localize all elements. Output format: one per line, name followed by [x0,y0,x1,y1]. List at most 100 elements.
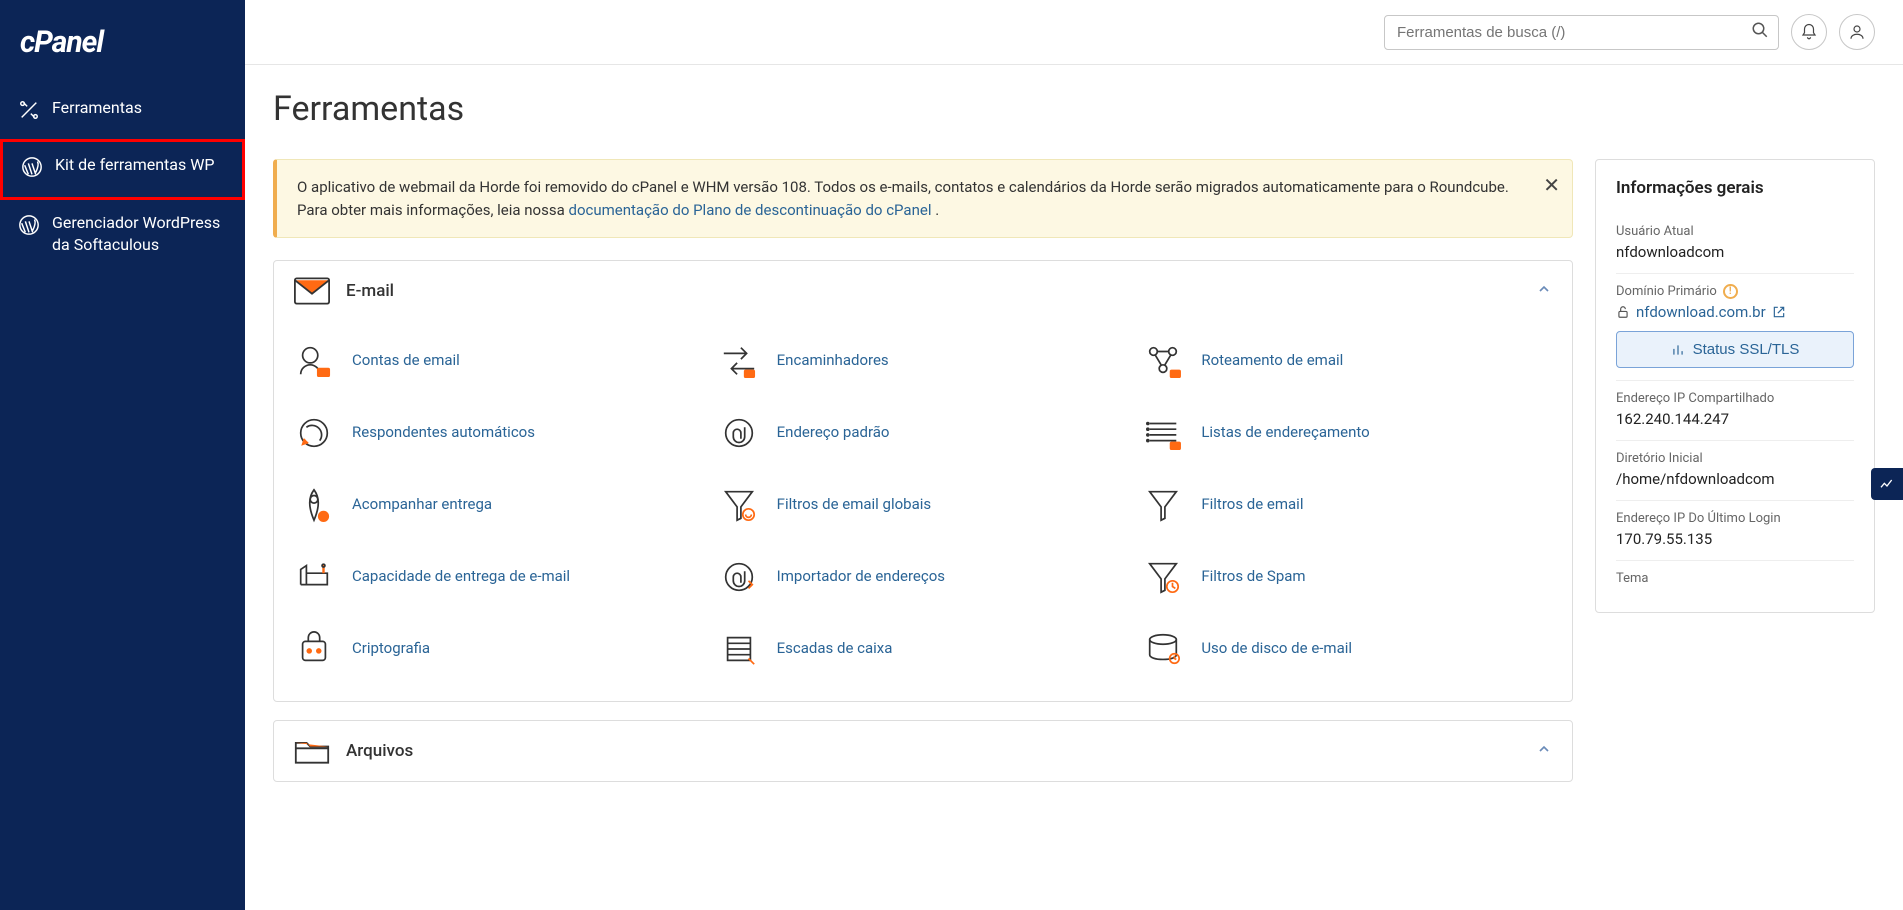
tool-icon [294,557,334,597]
search-icon[interactable] [1751,21,1769,43]
info-value: nfdownload.com.br [1616,303,1854,321]
sidebar-item-label: Gerenciador WordPress da Softaculous [52,212,227,257]
tool-item[interactable]: Roteamento de email [1143,327,1552,395]
warning-icon: ! [1723,284,1738,299]
info-label: Diretório Inicial [1616,451,1854,466]
info-value: nfdownloadcom [1616,243,1854,261]
bar-chart-icon [1671,343,1685,357]
info-home-dir: Diretório Inicial /home/nfdownloadcom [1616,441,1854,501]
tool-item[interactable]: Filtros de Spam [1143,543,1552,611]
tool-item[interactable]: Criptografia [294,615,703,683]
tool-label: Contas de email [352,351,460,371]
info-panel-wrap: Informações gerais Usuário Atual nfdownl… [1595,159,1875,613]
tool-label: Acompanhar entrega [352,495,492,515]
chevron-up-icon [1536,281,1552,301]
tool-icon [294,341,334,381]
tool-item[interactable]: Escadas de caixa [719,615,1128,683]
tool-icon [1143,485,1183,525]
tool-icon [1143,557,1183,597]
tool-item[interactable]: Encaminhadores [719,327,1128,395]
sidebar-item-wp-toolkit[interactable]: Kit de ferramentas WP [0,139,245,199]
tool-label: Respondentes automáticos [352,423,535,443]
info-panel: Informações gerais Usuário Atual nfdownl… [1595,159,1875,613]
page-title: Ferramentas [245,65,1903,139]
search-wrap [1384,15,1779,50]
tool-icon [719,485,759,525]
logo: cPanel [0,15,245,85]
tool-icon [719,341,759,381]
info-label: Endereço IP Do Último Login [1616,511,1854,526]
tool-label: Roteamento de email [1201,351,1343,371]
sidebar-item-label: Ferramentas [52,97,227,119]
info-last-ip: Endereço IP Do Último Login 170.79.55.13… [1616,501,1854,561]
user-button[interactable] [1839,14,1875,50]
info-theme: Tema [1616,561,1854,602]
wordpress-icon [18,214,40,242]
tool-item[interactable]: Capacidade de entrega de e-mail [294,543,703,611]
ssl-status-button[interactable]: Status SSL/TLS [1616,331,1854,368]
tool-item[interactable]: Uso de disco de e-mail [1143,615,1552,683]
tool-item[interactable]: Listas de endereçamento [1143,399,1552,467]
external-link-icon[interactable] [1772,305,1786,319]
tool-icon [294,413,334,453]
tool-item[interactable]: Filtros de email globais [719,471,1128,539]
tool-icon [719,413,759,453]
tool-label: Escadas de caixa [777,639,893,659]
tool-item[interactable]: Contas de email [294,327,703,395]
info-label: Usuário Atual [1616,224,1854,239]
group-header-files[interactable]: Arquivos [274,721,1572,781]
unlock-icon [1616,305,1630,319]
info-current-user: Usuário Atual nfdownloadcom [1616,214,1854,274]
tool-item[interactable]: Filtros de email [1143,471,1552,539]
tool-label: Filtros de email [1201,495,1303,515]
tool-label: Uso de disco de e-mail [1201,639,1352,659]
topbar [245,0,1903,65]
tool-item[interactable]: Acompanhar entrega [294,471,703,539]
group-files: Arquivos [273,720,1573,782]
main: Ferramentas O aplicativo de webmail da H… [245,0,1903,910]
group-title: Arquivos [346,741,1520,761]
tool-icon [294,629,334,669]
tool-item[interactable]: Respondentes automáticos [294,399,703,467]
tool-icon [1143,413,1183,453]
info-primary-domain: Domínio Primário ! nfdownload.com.br Sta… [1616,274,1854,381]
alert-text-post: . [931,201,939,219]
tool-label: Endereço padrão [777,423,890,443]
tool-label: Filtros de Spam [1201,567,1305,587]
tool-item[interactable]: Importador de endereços [719,543,1128,611]
notifications-button[interactable] [1791,14,1827,50]
sidebar-item-tools[interactable]: Ferramentas [0,85,245,139]
search-input[interactable] [1384,15,1779,50]
info-label: Tema [1616,571,1854,586]
group-title: E-mail [346,281,1520,301]
domain-link[interactable]: nfdownload.com.br [1636,303,1766,321]
stats-float-button[interactable] [1871,468,1903,500]
tool-label: Encaminhadores [777,351,889,371]
tool-item[interactable]: Endereço padrão [719,399,1128,467]
wordpress-icon [21,156,43,184]
tool-icon [1143,629,1183,669]
tools-icon [18,99,40,127]
tool-label: Capacidade de entrega de e-mail [352,567,570,587]
sidebar-item-softaculous[interactable]: Gerenciador WordPress da Softaculous [0,200,245,269]
tool-icon [719,557,759,597]
info-value: 170.79.55.135 [1616,530,1854,548]
info-label: Domínio Primário ! [1616,284,1854,299]
group-email: E-mail Contas de email Encaminhadores Rote… [273,260,1573,702]
tool-icon [719,629,759,669]
folder-icon [294,737,330,765]
tool-label: Criptografia [352,639,430,659]
sidebar: cPanel Ferramentas Kit de ferramentas WP… [0,0,245,910]
chevron-up-icon [1536,741,1552,761]
tool-label: Filtros de email globais [777,495,931,515]
tool-icon [294,485,334,525]
tool-icon [1143,341,1183,381]
tool-label: Importador de endereços [777,567,945,587]
info-value: 162.240.144.247 [1616,410,1854,428]
email-icon [294,277,330,305]
group-header-email[interactable]: E-mail [274,261,1572,321]
alert-banner: O aplicativo de webmail da Horde foi rem… [273,159,1573,238]
close-icon[interactable]: ✕ [1543,170,1560,200]
alert-link[interactable]: documentação do Plano de descontinuação … [568,201,931,219]
info-heading: Informações gerais [1616,178,1854,198]
